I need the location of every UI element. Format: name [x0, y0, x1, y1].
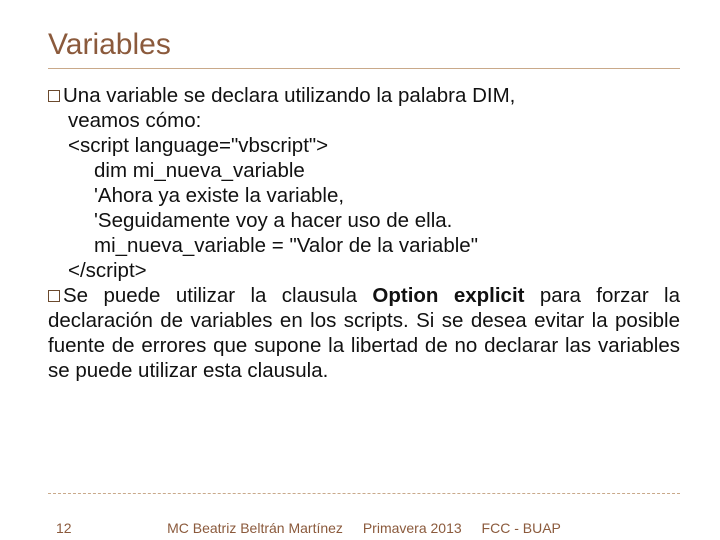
title-divider	[48, 68, 680, 69]
code-line-6: </script>	[48, 258, 680, 283]
para1-rest: veamos cómo:	[48, 108, 680, 133]
page-title: Variables	[48, 28, 680, 62]
footer-term: Primavera 2013	[363, 520, 462, 536]
para2-bold: Option explicit	[372, 284, 524, 307]
square-bullet-icon	[48, 90, 60, 102]
bullet-item-2: Se puede utilizar la clausula Option exp…	[48, 283, 680, 383]
square-bullet-icon	[48, 290, 60, 302]
footer-org: FCC - BUAP	[482, 520, 561, 536]
para2-a: Se puede utilizar la clausula	[63, 284, 372, 307]
code-line-1: <script language="vbscript">	[48, 133, 680, 158]
para1-lead: Una variable se declara utilizando la pa…	[63, 84, 515, 107]
footer-author: MC Beatriz Beltrán Martínez	[167, 520, 343, 536]
code-line-4: 'Seguidamente voy a hacer uso de ella.	[48, 208, 680, 233]
footer-divider	[48, 493, 680, 494]
footer-center: MC Beatriz Beltrán Martínez Primavera 20…	[48, 520, 680, 536]
code-line-2: dim mi_nueva_variable	[48, 158, 680, 183]
bullet-item-1: Una variable se declara utilizando la pa…	[48, 83, 680, 108]
code-line-3: 'Ahora ya existe la variable,	[48, 183, 680, 208]
code-line-5: mi_nueva_variable = "Valor de la variabl…	[48, 233, 680, 258]
slide-body: Una variable se declara utilizando la pa…	[48, 83, 680, 383]
